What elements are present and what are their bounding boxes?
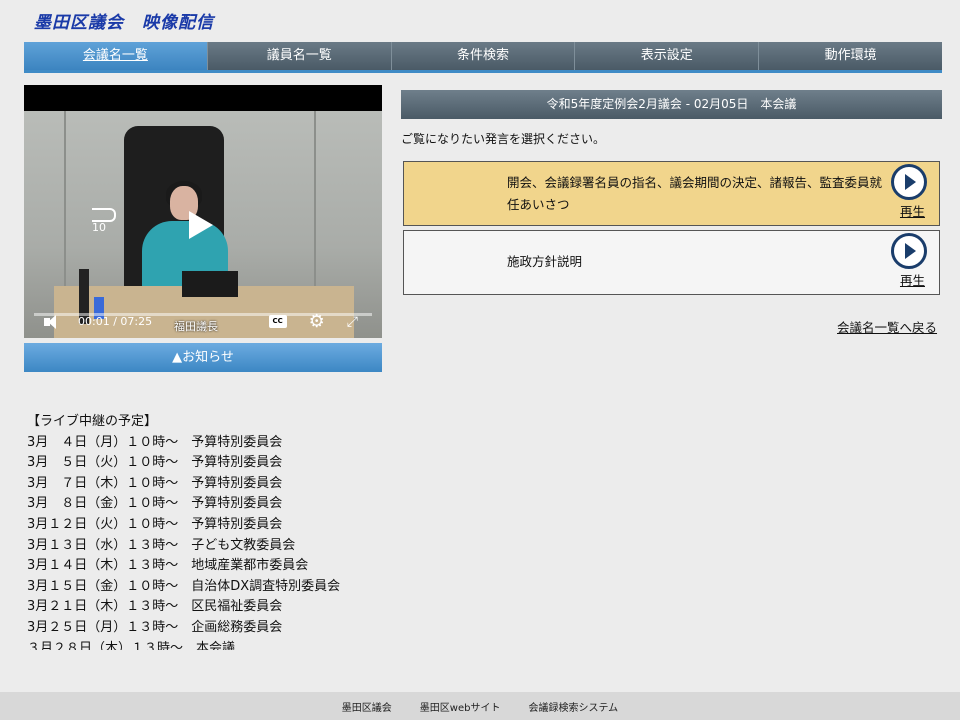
time-display: 00:01 / 07:25: [78, 315, 152, 328]
speech-title[interactable]: 開会、会議録署名員の指名、議会期間の決定、諸報告、監査委員就任あいさつ: [507, 172, 892, 216]
footer: 墨田区議会 墨田区webサイト 会議録検索システム: [0, 692, 960, 720]
schedule-item: 3月１５日（金）１０時～ 自治体DX調査特別委員会: [27, 578, 341, 594]
volume-icon[interactable]: [44, 314, 66, 329]
fullscreen-icon[interactable]: ⤢: [347, 314, 358, 330]
nav-item-environment[interactable]: 動作環境: [759, 42, 942, 70]
schedule-item: 3月２１日（木）１３時～ 区民福祉委員会: [27, 599, 283, 615]
schedule-heading: 【ライブ中継の予定】: [27, 414, 158, 429]
footer-link-website[interactable]: 墨田区webサイト: [420, 699, 501, 714]
desk-monitor: [182, 271, 238, 297]
notice-toggle[interactable]: ▲お知らせ: [24, 343, 382, 372]
schedule-item: 3月 ４日（月）１０時～ 予算特別委員会: [27, 434, 283, 450]
site-title: 墨田区議会 映像配信: [34, 13, 214, 33]
back-to-meetings-link[interactable]: 会議名一覧へ戻る: [837, 317, 937, 336]
duration: 07:25: [120, 315, 153, 328]
play-link[interactable]: 再生: [900, 270, 925, 292]
gear-icon[interactable]: ⚙: [309, 312, 325, 331]
rewind-seconds: 10: [92, 221, 106, 234]
nav-item-members[interactable]: 議員名一覧: [208, 42, 392, 70]
speech-item[interactable]: 施政方針説明 再生: [403, 230, 940, 295]
speech-title[interactable]: 施政方針説明: [507, 251, 892, 273]
meeting-header: 令和5年度定例会2月議会 - 02月05日 本会議: [401, 90, 942, 119]
nav-item-meetings[interactable]: 会議名一覧: [24, 42, 208, 70]
current-time: 00:01: [78, 315, 110, 328]
player-controls: 00:01 / 07:25 CC ⚙ ⤢: [24, 305, 382, 338]
play-link[interactable]: 再生: [900, 201, 925, 223]
schedule-item: 3月１２日（火）１０時～ 予算特別委員会: [27, 516, 283, 532]
schedule-item: 3月１３日（水）１３時～ 子ども文教委員会: [27, 537, 296, 553]
schedule-item: 3月 ７日（木）１０時～ 予算特別委員会: [27, 475, 283, 491]
schedule-item: 3月１４日（木）１３時～ 地域産業都市委員会: [27, 558, 309, 574]
schedule-item: 3月２５日（月）１３時～ 企画総務委員会: [27, 619, 283, 635]
video-player[interactable]: 10 福田議長 00:01 / 07:25 CC ⚙ ⤢: [24, 85, 382, 338]
schedule-item: ３月２８日（木）１３時～ 本会議: [27, 640, 236, 650]
schedule-item: 3月 ５日（火）１０時～ 予算特別委員会: [27, 455, 283, 471]
nav-item-display-settings[interactable]: 表示設定: [575, 42, 760, 70]
live-schedule: 【ライブ中継の予定】 3月 ４日（月）１０時～ 予算特別委員会 3月 ５日（火）…: [27, 412, 387, 650]
footer-link-minutes-search[interactable]: 会議録検索システム: [528, 699, 618, 714]
speech-item[interactable]: 開会、会議録署名員の指名、議会期間の決定、諸報告、監査委員就任あいさつ 再生: [403, 161, 940, 226]
footer-link-council[interactable]: 墨田区議会: [342, 699, 392, 714]
closed-caption-icon[interactable]: CC: [268, 315, 287, 328]
select-prompt: ご覧になりたい発言を選択ください。: [401, 132, 606, 146]
play-icon[interactable]: [189, 211, 213, 239]
time-separator: /: [109, 315, 121, 328]
schedule-item: 3月 ８日（金）１０時～ 予算特別委員会: [27, 496, 283, 512]
rewind-10-icon[interactable]: 10: [92, 208, 116, 234]
main-nav: 会議名一覧 議員名一覧 条件検索 表示設定 動作環境: [24, 42, 942, 73]
video-frame[interactable]: 10 福田議長: [24, 111, 382, 338]
play-circle-icon[interactable]: [891, 233, 927, 269]
play-circle-icon[interactable]: [891, 164, 927, 200]
nav-item-search[interactable]: 条件検索: [392, 42, 576, 70]
